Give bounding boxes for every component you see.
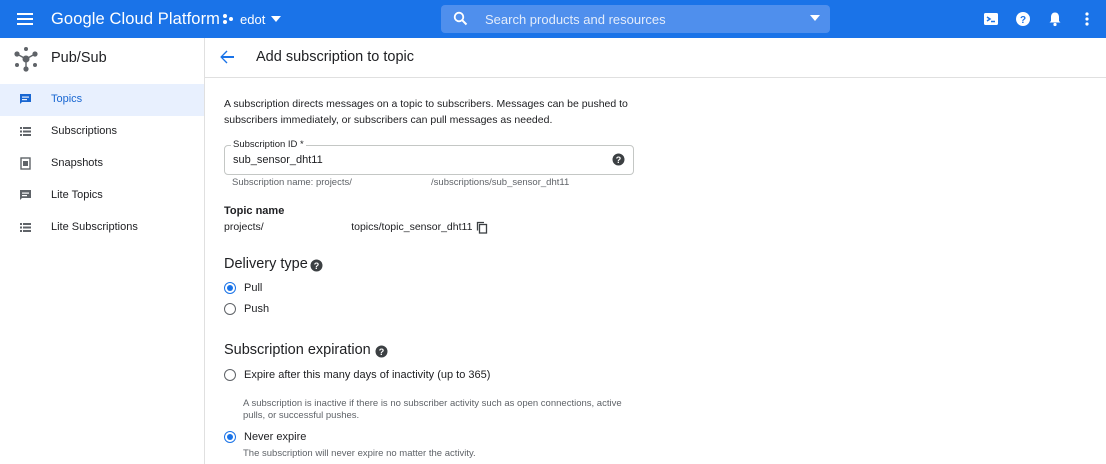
sidebar: Pub/Sub Topics Subscriptions Snapshots L… <box>0 38 205 464</box>
product-title: Pub/Sub <box>51 50 107 66</box>
project-dots-icon <box>223 14 233 24</box>
radio-label: Pull <box>244 282 263 294</box>
help-icon[interactable]: ? <box>310 259 323 272</box>
radio-label: Never expire <box>244 431 307 443</box>
subscription-name-hint: Subscription name: projects/ /subscripti… <box>232 177 570 188</box>
subscription-id-label: Subscription ID * <box>231 139 306 150</box>
snapshot-icon <box>20 157 31 170</box>
radio-label: Push <box>244 303 270 315</box>
list-icon <box>20 127 31 136</box>
page-description: A subscription directs messages on a top… <box>224 98 628 126</box>
sidebar-item-lite-topics[interactable]: Lite Topics <box>0 180 204 212</box>
list-icon <box>20 223 31 232</box>
help-icon[interactable]: ? <box>375 345 388 358</box>
topics-icon <box>20 94 31 104</box>
sidebar-item-label: Lite Topics <box>51 189 103 201</box>
subscription-id-input[interactable] <box>233 152 593 168</box>
subscription-expiration-title: Subscription expiration <box>224 342 371 358</box>
delivery-type-title: Delivery type <box>224 256 308 272</box>
sidebar-item-topics[interactable]: Topics <box>0 84 204 116</box>
expire-after-radio[interactable]: Expire after this many days of inactivit… <box>224 369 490 381</box>
radio-label: Expire after this many days of inactivit… <box>244 369 491 381</box>
radio-button[interactable] <box>224 282 236 294</box>
chevron-down-icon <box>271 16 282 22</box>
search-dropdown-icon[interactable] <box>810 15 820 21</box>
pubsub-logo-icon <box>14 47 38 72</box>
sidebar-item-label: Topics <box>51 93 83 105</box>
menu-icon[interactable] <box>14 8 36 30</box>
back-arrow-icon[interactable] <box>219 49 235 65</box>
page-title: Add subscription to topic <box>256 49 414 65</box>
top-app-bar: Google Cloud Platform edot ? <box>0 0 1106 38</box>
sidebar-item-label: Lite Subscriptions <box>51 221 138 233</box>
help-icon[interactable]: ? <box>612 153 625 166</box>
radio-button[interactable] <box>224 303 236 315</box>
topic-name-value: projects/ topics/topic_sensor_dht11 <box>224 221 473 233</box>
copy-icon[interactable] <box>476 221 488 234</box>
search-bar[interactable] <box>441 5 830 33</box>
more-vert-icon[interactable] <box>1078 10 1096 28</box>
sidebar-item-subscriptions[interactable]: Subscriptions <box>0 116 204 148</box>
radio-button[interactable] <box>224 431 236 443</box>
sidebar-item-lite-subscriptions[interactable]: Lite Subscriptions <box>0 212 204 244</box>
product-header: Pub/Sub <box>0 38 204 78</box>
delivery-push-radio[interactable]: Push <box>224 303 269 315</box>
sidebar-item-label: Snapshots <box>51 157 103 169</box>
search-icon <box>453 11 468 26</box>
help-icon[interactable]: ? <box>1014 10 1032 28</box>
svg-text:?: ? <box>616 155 622 165</box>
cloud-shell-icon[interactable] <box>982 10 1000 28</box>
project-name: edot <box>240 11 266 27</box>
sidebar-item-label: Subscriptions <box>51 125 118 137</box>
never-expire-note: The subscription will never expire no ma… <box>243 448 476 459</box>
subscription-id-field[interactable]: Subscription ID * ? <box>224 139 634 175</box>
svg-text:?: ? <box>1020 15 1026 26</box>
never-expire-radio[interactable]: Never expire <box>224 431 306 443</box>
page-header: Add subscription to topic <box>205 38 1106 78</box>
brand-title[interactable]: Google Cloud Platform <box>51 10 220 29</box>
expire-after-note: A subscription is inactive if there is n… <box>243 398 622 421</box>
sidebar-item-snapshots[interactable]: Snapshots <box>0 148 204 180</box>
svg-text:?: ? <box>314 261 320 271</box>
notifications-icon[interactable] <box>1046 10 1064 28</box>
search-input[interactable] <box>485 5 785 33</box>
project-selector[interactable]: edot <box>222 9 282 29</box>
topics-icon <box>20 190 31 200</box>
svg-text:?: ? <box>379 347 385 357</box>
delivery-pull-radio[interactable]: Pull <box>224 282 262 294</box>
radio-button[interactable] <box>224 369 236 381</box>
topic-name-label: Topic name <box>224 205 285 217</box>
